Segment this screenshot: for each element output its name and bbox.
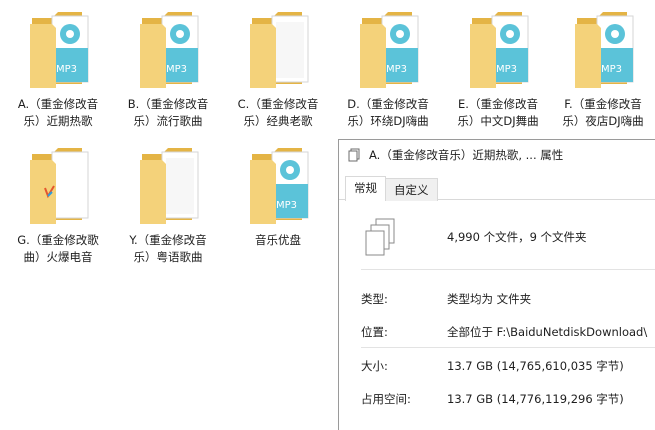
dialog-content: 4,990 个文件，9 个文件夹 类型: 类型均为 文件夹 位置: 全部位于 F… xyxy=(339,200,655,430)
folder-doc-icon xyxy=(30,148,89,224)
folder-label: 音乐优盘 xyxy=(255,233,301,247)
size-on-disk-label: 占用空间: xyxy=(361,392,411,406)
location-label: 位置: xyxy=(361,325,388,339)
properties-dialog: A.（重金修改音乐）近期热歌, ... 属性 常规 自定义 4,990 个文件，… xyxy=(338,139,655,430)
size-value: 13.7 GB (14,765,610,035 字节) xyxy=(447,359,624,373)
folder-item-c[interactable]: C.（重金修改音 乐）经典老歌 xyxy=(228,8,328,130)
folder-label: C.（重金修改音 乐）经典老歌 xyxy=(237,97,319,128)
folder-mp3-icon: MP3 xyxy=(360,12,419,88)
folder-item-d[interactable]: MP3 D.（重金修改音 乐）环绕DJ嗨曲 xyxy=(338,8,438,130)
properties-icon xyxy=(348,148,360,162)
selection-summary: 4,990 个文件，9 个文件夹 xyxy=(447,230,587,244)
folder-plain-icon xyxy=(250,12,309,88)
folder-item-usb-music[interactable]: MP3 音乐优盘 xyxy=(228,144,328,249)
divider xyxy=(361,269,655,270)
svg-text:MP3: MP3 xyxy=(386,64,407,75)
svg-text:MP3: MP3 xyxy=(56,64,77,75)
type-label: 类型: xyxy=(361,292,388,306)
svg-text:MP3: MP3 xyxy=(276,200,297,211)
divider xyxy=(361,347,655,348)
folder-mp3-icon: MP3 xyxy=(575,12,634,88)
folder-item-f[interactable]: MP3 F.（重金修改音 乐）夜店DJ嗨曲 xyxy=(553,8,653,130)
folder-mp3-icon: MP3 xyxy=(30,12,89,88)
svg-text:MP3: MP3 xyxy=(496,64,517,75)
svg-text:MP3: MP3 xyxy=(166,64,187,75)
folder-label: D.（重金修改音 乐）环绕DJ嗨曲 xyxy=(347,97,429,128)
folder-item-e[interactable]: MP3 E.（重金修改音 乐）中文DJ舞曲 xyxy=(448,8,548,130)
folder-label: E.（重金修改音 乐）中文DJ舞曲 xyxy=(457,97,539,128)
folder-item-b[interactable]: MP3 B.（重金修改音 乐）流行歌曲 xyxy=(118,8,218,130)
folder-mp3-icon: MP3 xyxy=(470,12,529,88)
multiple-files-icon xyxy=(365,218,395,256)
folder-item-g[interactable]: G.（重金修改歌 曲）火爆电音 xyxy=(8,144,108,266)
tab-general[interactable]: 常规 xyxy=(345,176,386,201)
folder-mp3-icon: MP3 xyxy=(250,148,309,224)
folder-label: G.（重金修改歌 曲）火爆电音 xyxy=(17,233,99,264)
folder-mp3-icon: MP3 xyxy=(140,12,199,88)
folder-label: Y.（重金修改音 乐）粤语歌曲 xyxy=(129,233,207,264)
folder-label: F.（重金修改音 乐）夜店DJ嗨曲 xyxy=(562,97,644,128)
folder-item-y[interactable]: Y.（重金修改音 乐）粤语歌曲 xyxy=(118,144,218,266)
folder-label: B.（重金修改音 乐）流行歌曲 xyxy=(127,97,209,128)
svg-text:MP3: MP3 xyxy=(601,64,622,75)
type-value: 类型均为 文件夹 xyxy=(447,292,532,306)
dialog-title: A.（重金修改音乐）近期热歌, ... 属性 xyxy=(369,148,564,162)
folder-label: A.（重金修改音 乐）近期热歌 xyxy=(17,97,99,128)
size-label: 大小: xyxy=(361,359,388,373)
folder-plain-icon xyxy=(140,148,199,224)
dialog-tabs: 常规 自定义 xyxy=(339,176,655,201)
folder-item-a[interactable]: MP3 A.（重金修改音 乐）近期热歌 xyxy=(8,8,108,130)
location-value: 全部位于 F:\BaiduNetdiskDownload\ xyxy=(447,325,648,339)
tab-custom[interactable]: 自定义 xyxy=(385,178,438,201)
size-on-disk-value: 13.7 GB (14,776,119,296 字节) xyxy=(447,392,624,406)
dialog-titlebar[interactable]: A.（重金修改音乐）近期热歌, ... 属性 xyxy=(339,140,655,170)
